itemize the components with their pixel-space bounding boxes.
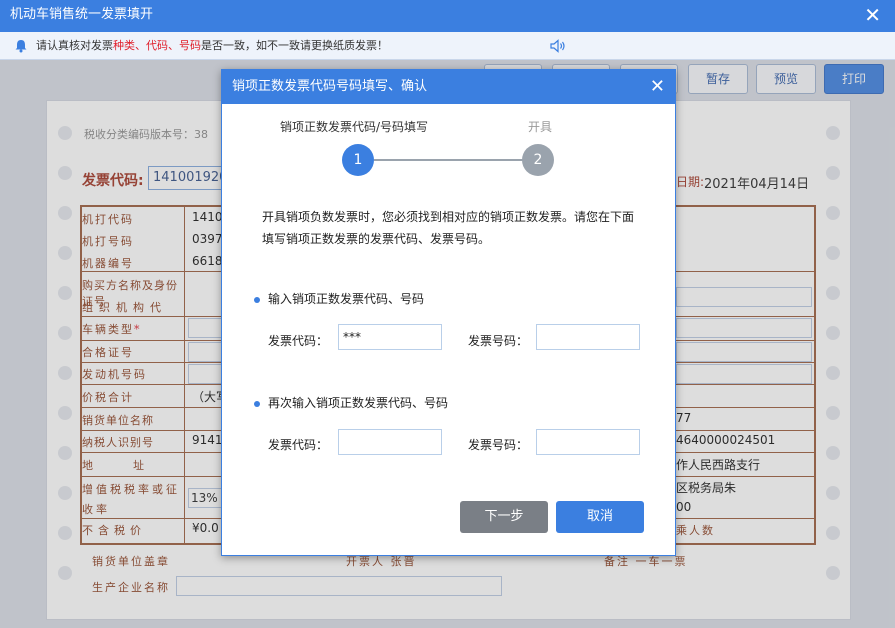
section-first-entry: 输入销项正数发票代码、号码 [254,290,424,307]
invoice-code-input-1[interactable] [338,324,442,350]
next-step-button[interactable]: 下一步 [460,501,548,533]
dialog-description: 开具销项负数发票时，您必须找到相对应的销项正数发票。请您在下面填写销项正数发票的… [262,210,635,246]
invoice-code-input-2[interactable] [338,429,442,455]
dialog-title: 销项正数发票代码号码填写、确认 [232,79,428,94]
notice-text-1: 请认真核对发票 [36,39,113,52]
window-title: 机动车销售统一发票填开 [10,7,154,22]
step-1-circle: 1 [342,144,374,176]
step-2-label: 开具 [528,120,553,134]
dialog-titlebar: 销项正数发票代码号码填写、确认 ✕ [222,70,675,104]
code-label-1: 发票代码： [268,334,329,348]
cancel-button[interactable]: 取消 [556,501,644,533]
notice-text-2: 是否一致，如不一致请更换纸质发票！ [201,39,388,52]
bell-icon [15,40,27,53]
window-titlebar: 机动车销售统一发票填开 ✕ [0,0,895,32]
number-label-2: 发票号码： [468,438,529,452]
section-first-entry-label: 输入销项正数发票代码、号码 [268,292,425,306]
invoice-number-input-2[interactable] [536,429,640,455]
section-second-entry-label: 再次输入销项正数发票代码、号码 [268,396,449,410]
notice-bar: 请认真核对发票种类、代码、号码是否一致，如不一致请更换纸质发票！ [0,32,895,60]
close-icon[interactable]: ✕ [650,70,665,104]
code-label-2: 发票代码： [268,438,329,452]
close-icon[interactable]: ✕ [864,0,881,30]
step-2-circle: 2 [522,144,554,176]
code-confirm-dialog: 销项正数发票代码号码填写、确认 ✕ 销项正数发票代码/号码填写 开具 1 2 开… [221,69,676,556]
notice-highlight: 种类、代码、号码 [113,39,201,52]
step-connector [374,159,524,161]
bullet-dot [254,400,260,407]
section-second-entry: 再次输入销项正数发票代码、号码 [254,394,448,411]
step-1-label: 销项正数发票代码/号码填写 [280,120,429,134]
speaker-icon[interactable] [550,39,566,53]
invoice-number-input-1[interactable] [536,324,640,350]
number-label-1: 发票号码： [468,334,529,348]
bullet-dot [254,296,260,303]
